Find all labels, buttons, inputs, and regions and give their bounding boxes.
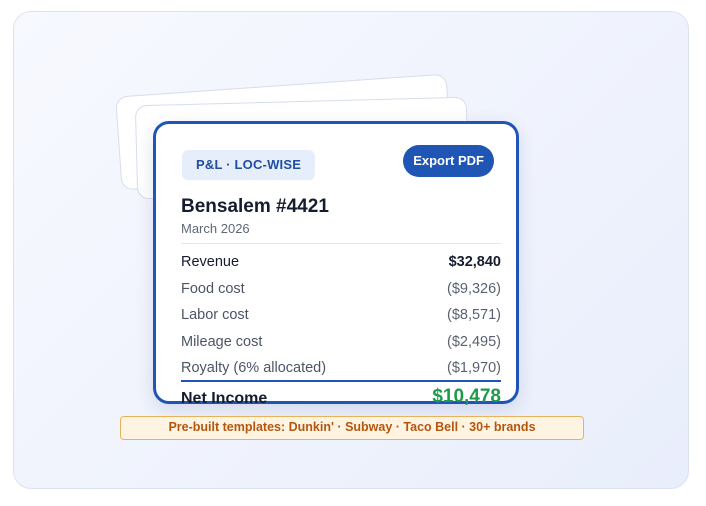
report-period: March 2026 [181,221,250,236]
line-item-label: Food cost [181,280,245,297]
report-type-tag: P&L · LOC-WISE [182,150,316,180]
line-item-amount: ($1,970) [446,360,501,377]
net-income-divider [181,380,501,382]
line-item-labor-cost: Labor cost ($8,571) [181,301,501,328]
line-item-food-cost: Food cost ($9,326) [181,275,501,302]
line-items: Revenue $32,840 Food cost ($9,326) Labor… [181,248,501,381]
line-item-revenue: Revenue $32,840 [181,248,501,275]
line-item-amount: ($2,495) [446,333,501,350]
pnl-report-card: P&L · LOC-WISE Export PDF Bensalem #4421… [153,121,519,407]
net-income-value: $10,478 [432,386,501,407]
line-item-label: Labor cost [181,307,249,324]
line-item-label: Mileage cost [181,333,263,350]
line-item-amount: $32,840 [448,254,501,270]
templates-banner: Pre-built templates: Dunkin' · Subway · … [120,416,584,440]
location-name: Bensalem #4421 [181,196,329,217]
feature-panel: P&L · LOC-WISE Export PDF Bensalem #4421… [13,11,689,489]
line-item-mileage-cost: Mileage cost ($2,495) [181,328,501,355]
line-item-royalty: Royalty (6% allocated) ($1,970) [181,354,501,381]
net-income-label: Net Income [181,390,268,407]
line-item-label: Revenue [181,254,240,270]
header-divider [181,243,501,244]
export-pdf-button[interactable]: Export PDF [403,145,494,177]
line-item-label: Royalty (6% allocated) [181,360,327,377]
line-item-amount: ($8,571) [446,307,501,324]
line-item-amount: ($9,326) [446,280,501,297]
